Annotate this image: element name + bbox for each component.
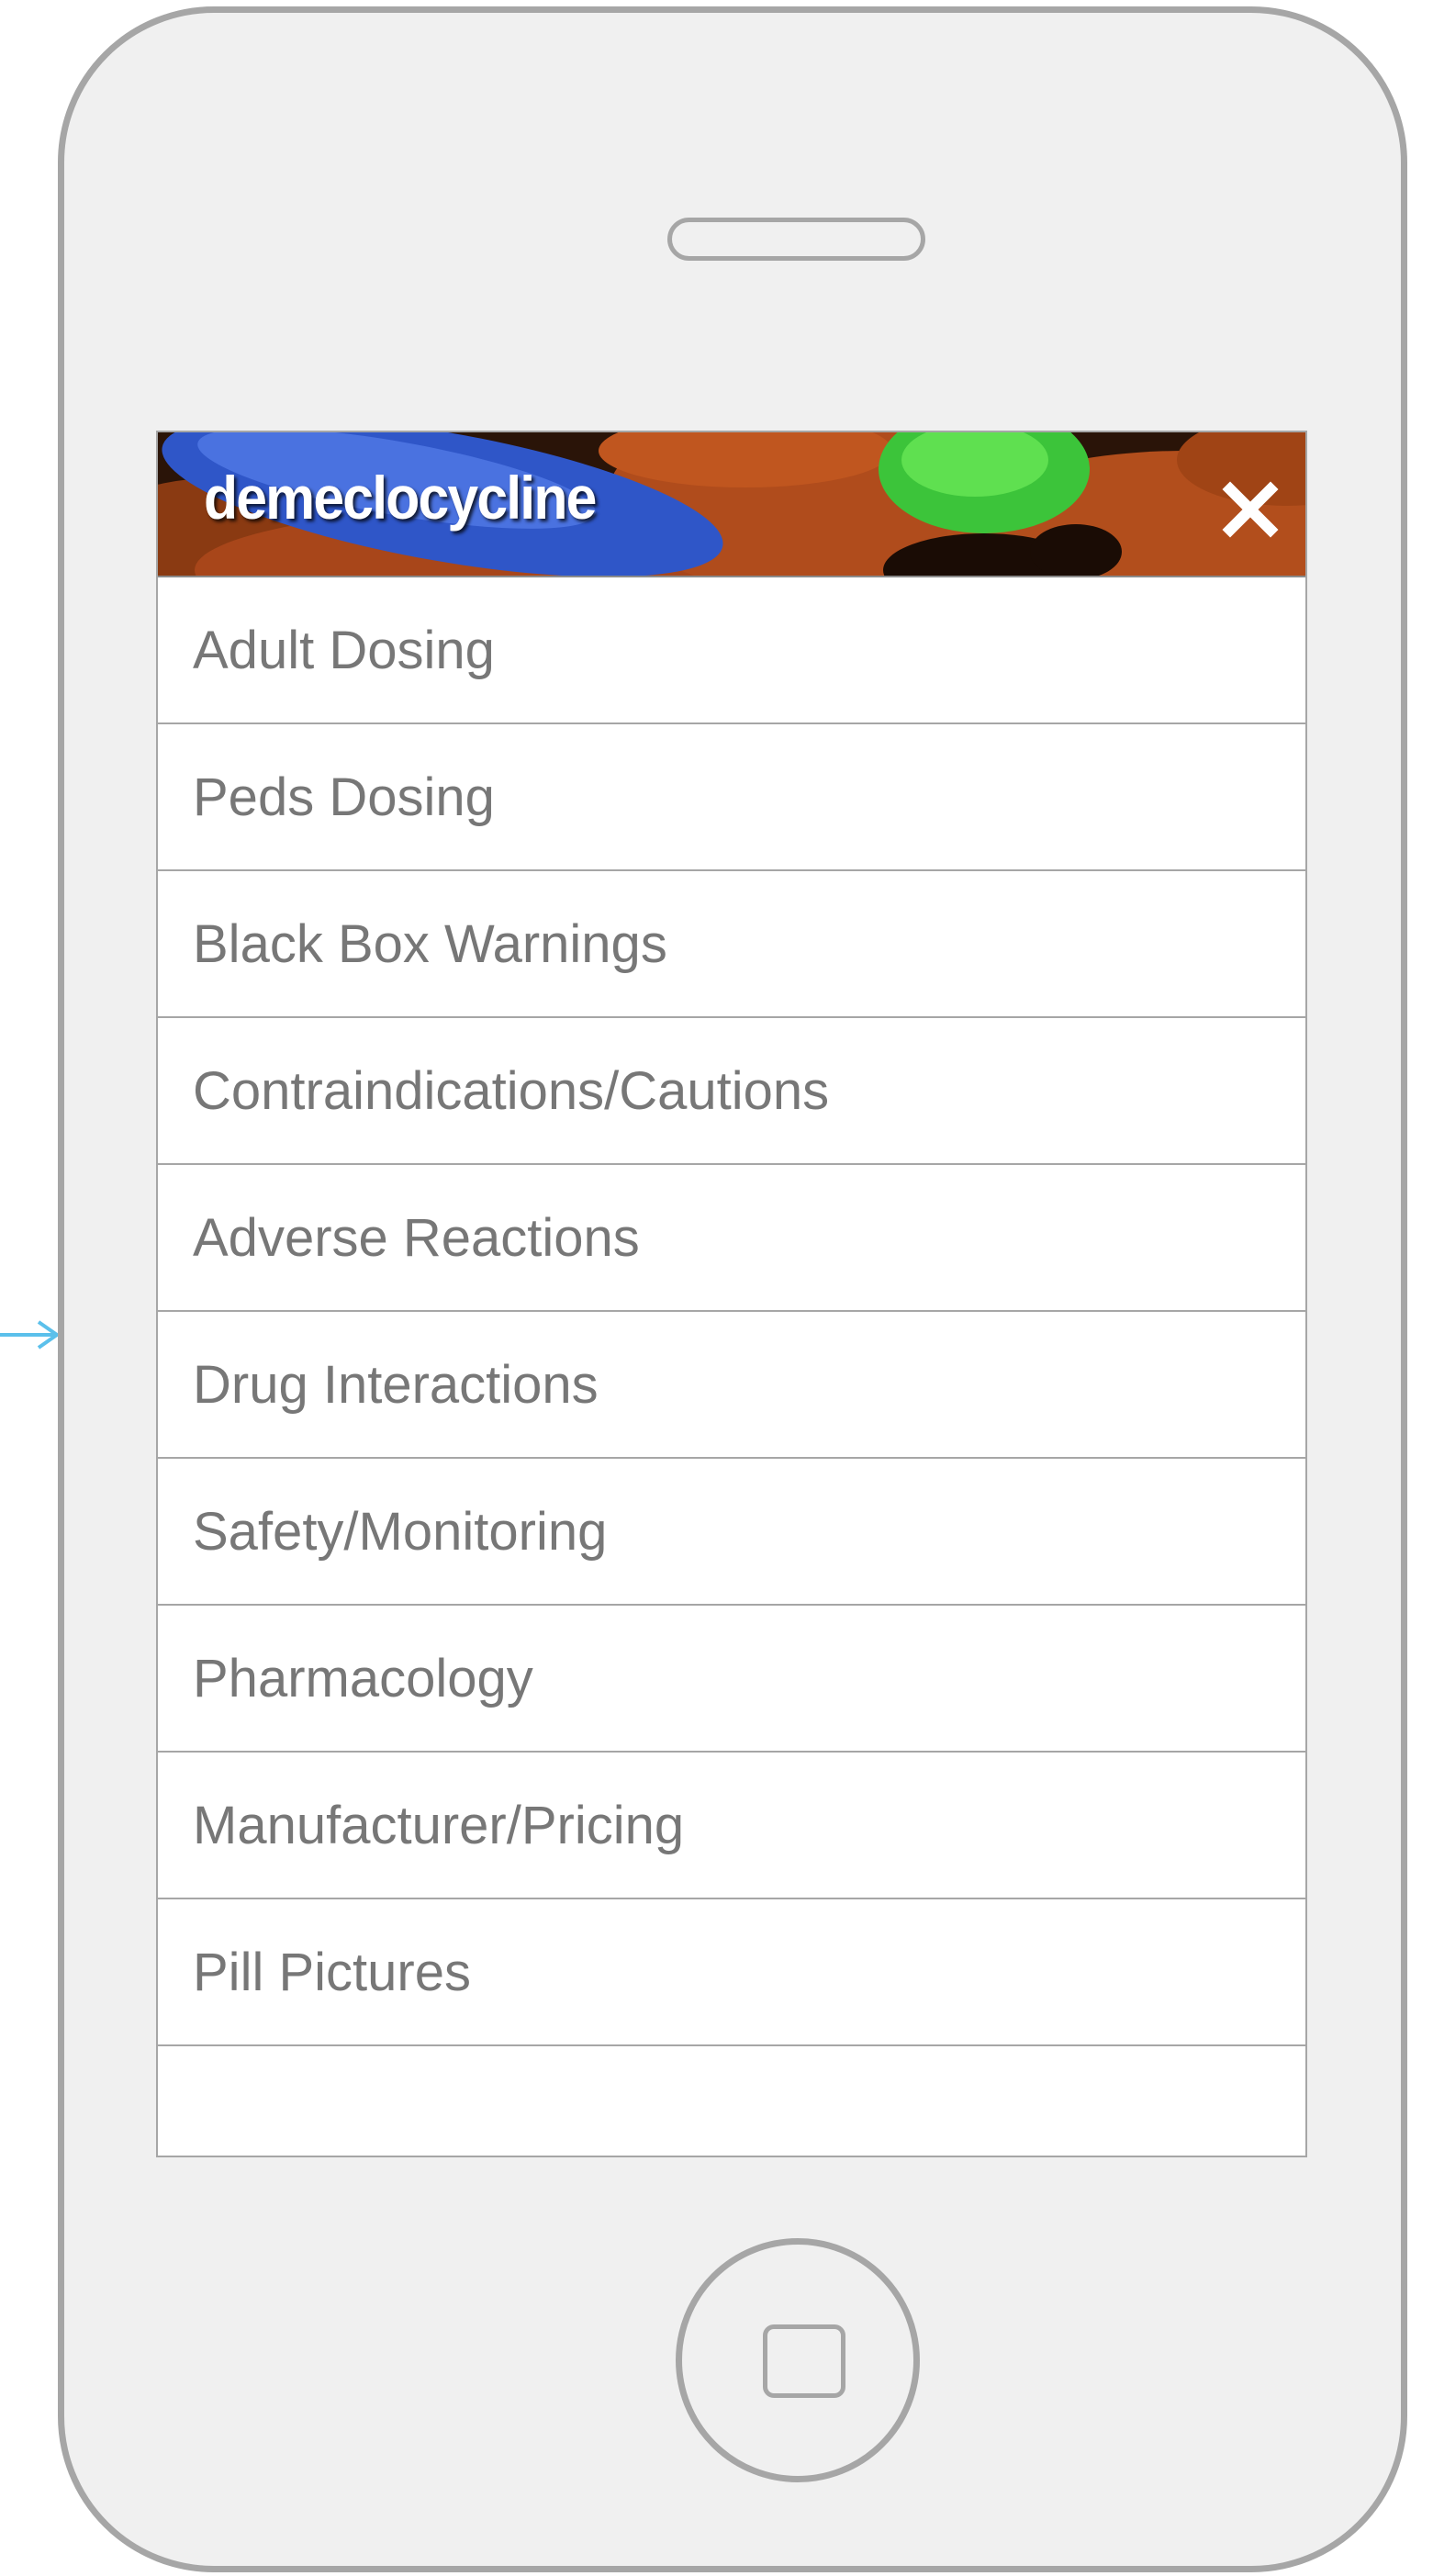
connector-arrow-icon	[0, 1320, 61, 1350]
menu-item-black-box-warnings[interactable]: Black Box Warnings	[158, 871, 1305, 1018]
menu-item-adverse-reactions[interactable]: Adverse Reactions	[158, 1165, 1305, 1312]
home-button[interactable]	[676, 2238, 920, 2482]
drug-title: demeclocycline	[204, 464, 597, 532]
menu-item-drug-interactions[interactable]: Drug Interactions	[158, 1312, 1305, 1459]
phone-speaker	[667, 218, 925, 261]
menu-item-contraindications[interactable]: Contraindications/Cautions	[158, 1018, 1305, 1165]
close-icon[interactable]	[1214, 473, 1287, 546]
home-square-icon	[763, 2324, 845, 2398]
mockup-canvas: demeclocycline Adult Dosing Peds Dosing …	[0, 0, 1433, 2576]
drug-header-banner: demeclocycline	[158, 432, 1305, 577]
menu-item-peds-dosing[interactable]: Peds Dosing	[158, 724, 1305, 871]
menu-item-pill-pictures[interactable]: Pill Pictures	[158, 1899, 1305, 2046]
menu-item-adult-dosing[interactable]: Adult Dosing	[158, 577, 1305, 724]
drug-menu-screen: demeclocycline Adult Dosing Peds Dosing …	[156, 431, 1307, 2157]
menu-item-safety-monitoring[interactable]: Safety/Monitoring	[158, 1459, 1305, 1606]
drug-section-menu: Adult Dosing Peds Dosing Black Box Warni…	[158, 577, 1305, 2046]
menu-item-pharmacology[interactable]: Pharmacology	[158, 1606, 1305, 1753]
menu-item-manufacturer-pricing[interactable]: Manufacturer/Pricing	[158, 1753, 1305, 1899]
